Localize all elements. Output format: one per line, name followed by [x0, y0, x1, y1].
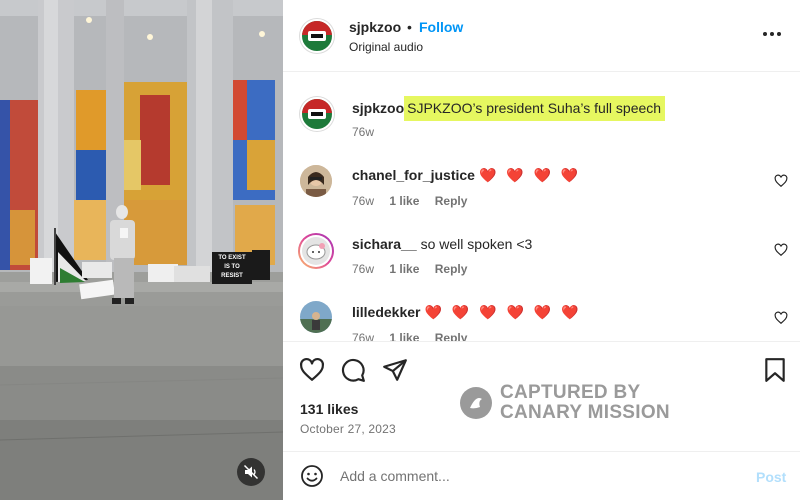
canary-logo-icon [460, 387, 492, 419]
sign-line: TO EXIST [218, 255, 246, 261]
comment-username[interactable]: lilledekker [352, 304, 421, 320]
post-comment-button[interactable]: Post [756, 469, 786, 485]
like-comment-heart-icon[interactable] [774, 174, 788, 188]
comment-meta: 76w 1 like Reply [352, 331, 479, 341]
comment-meta: 76w 1 like Reply [352, 262, 479, 276]
comment-row: lilledekker ❤️ ❤️ ❤️ ❤️ ❤️ ❤️ 76w 1 like … [283, 299, 800, 341]
resist-sign: TO EXIST IS TO RESIST [212, 254, 252, 284]
avatar-photo [300, 301, 332, 333]
comment-likes[interactable]: 1 like [389, 262, 419, 276]
post-actions: 131 likes October 27, 2023 CAPTURED BY C… [283, 341, 800, 451]
add-comment-bar: Post [283, 451, 800, 500]
reply-button[interactable]: Reply [435, 262, 468, 276]
mute-toggle-button[interactable] [237, 458, 265, 486]
like-comment-heart-icon[interactable] [774, 243, 788, 257]
sign-line: RESIST [221, 273, 243, 279]
comments-list[interactable]: sjpkzoo SJPKZOO’s president Suha’s full s… [283, 73, 800, 341]
caption-meta: 76w [352, 125, 386, 139]
follow-button[interactable]: Follow [419, 19, 463, 35]
comment-icon[interactable] [340, 357, 366, 383]
post-detail-panel: sjpkzoo • Follow Original audio sjpkzoo S… [283, 0, 800, 500]
speaker-muted-icon [243, 464, 259, 480]
watermark-line: CAPTURED BY [500, 382, 641, 403]
reply-button[interactable]: Reply [435, 194, 468, 208]
comment-text: sichara__ so well spoken <3 [352, 236, 532, 252]
comment-time[interactable]: 76w [352, 262, 374, 276]
separator-dot: • [407, 19, 412, 35]
caption-text: sjpkzoo SJPKZOO’s president Suha’s full s… [352, 96, 666, 121]
comment-row: sichara__ so well spoken <3 76w 1 like Re… [283, 229, 800, 289]
caption-time[interactable]: 76w [352, 125, 374, 139]
likes-count[interactable]: 131 likes [300, 401, 358, 417]
like-comment-heart-icon[interactable] [774, 311, 788, 325]
avatar-photo [300, 165, 332, 197]
comment-text: lilledekker ❤️ ❤️ ❤️ ❤️ ❤️ ❤️ [352, 304, 582, 321]
post-date[interactable]: October 27, 2023 [300, 422, 396, 436]
comment-time[interactable]: 76w [352, 194, 374, 208]
audio-label[interactable]: Original audio [349, 40, 423, 54]
comment-input[interactable] [340, 465, 740, 487]
post-media-video[interactable]: TO EXIST IS TO RESIST [0, 0, 283, 500]
sign-line: IS TO [224, 264, 240, 270]
comment-body: ❤️ ❤️ ❤️ ❤️ [478, 167, 582, 183]
protest-scene-image [0, 0, 283, 500]
comment-time[interactable]: 76w [352, 331, 374, 341]
comment-username[interactable]: sichara__ [352, 236, 417, 252]
caption-avatar[interactable] [300, 97, 334, 131]
comment-username[interactable]: chanel_for_justice [352, 167, 475, 183]
comment-meta: 76w 1 like Reply [352, 194, 479, 208]
more-options-icon[interactable] [763, 26, 787, 42]
comment-row: chanel_for_justice ❤️ ❤️ ❤️ ❤️ 76w 1 like… [283, 161, 800, 221]
commenter-avatar[interactable] [300, 165, 332, 197]
reply-button[interactable]: Reply [435, 331, 468, 341]
caption-row: sjpkzoo SJPKZOO’s president Suha’s full s… [283, 73, 800, 143]
heart-icon[interactable] [299, 357, 325, 383]
comment-body: ❤️ ❤️ ❤️ ❤️ ❤️ ❤️ [424, 304, 582, 320]
commenter-avatar-story-ring[interactable] [298, 233, 334, 269]
avatar-photo [302, 237, 330, 265]
bookmark-icon[interactable] [762, 357, 788, 383]
caption-highlighted-text: SJPKZOO’s president Suha’s full speech [404, 96, 666, 121]
comment-likes[interactable]: 1 like [389, 331, 419, 341]
share-icon[interactable] [382, 357, 408, 383]
watermark-line: CANARY MISSION [500, 402, 670, 423]
canary-mission-watermark: CAPTURED BY CANARY MISSION [460, 383, 670, 425]
comment-body: so well spoken <3 [420, 236, 533, 252]
comment-text: chanel_for_justice ❤️ ❤️ ❤️ ❤️ [352, 167, 581, 184]
commenter-avatar[interactable] [300, 301, 332, 333]
watermark-text: CAPTURED BY CANARY MISSION [500, 383, 670, 423]
author-username[interactable]: sjpkzoo [349, 19, 401, 35]
post-header: sjpkzoo • Follow Original audio [283, 0, 800, 72]
emoji-icon[interactable] [300, 464, 324, 488]
author-avatar[interactable] [300, 19, 334, 53]
comment-likes[interactable]: 1 like [389, 194, 419, 208]
caption-username[interactable]: sjpkzoo [352, 100, 404, 116]
